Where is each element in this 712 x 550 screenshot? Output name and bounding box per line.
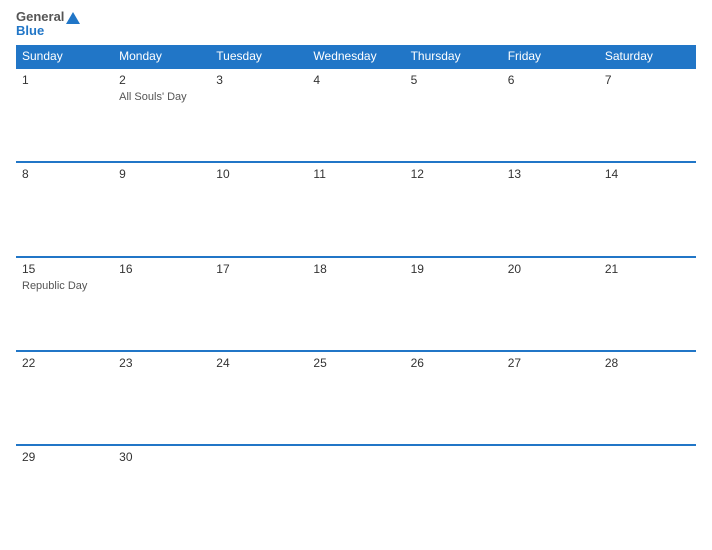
day-number: 12: [411, 167, 496, 181]
day-number: 13: [508, 167, 593, 181]
calendar-cell: 12: [405, 162, 502, 256]
calendar-cell: 14: [599, 162, 696, 256]
holiday-label: Republic Day: [22, 280, 87, 292]
calendar-header: General Blue: [16, 10, 696, 39]
logo-triangle-icon: [66, 12, 80, 24]
day-number: 22: [22, 356, 107, 370]
day-number: 27: [508, 356, 593, 370]
day-number: 4: [313, 73, 398, 87]
calendar-cell: 30: [113, 445, 210, 540]
calendar-cell: [502, 445, 599, 540]
calendar-cell: 17: [210, 257, 307, 351]
weekday-sunday: Sunday: [16, 45, 113, 68]
calendar-cell: [405, 445, 502, 540]
day-number: 5: [411, 73, 496, 87]
calendar-cell: 8: [16, 162, 113, 256]
calendar-cell: 19: [405, 257, 502, 351]
calendar-cell: 4: [307, 68, 404, 162]
day-number: 30: [119, 450, 204, 464]
calendar-cell: 16: [113, 257, 210, 351]
calendar-cell: 28: [599, 351, 696, 445]
calendar-cell: 7: [599, 68, 696, 162]
calendar-cell: 23: [113, 351, 210, 445]
week-row-4: 22 23 24 25 26 27 28: [16, 351, 696, 445]
day-number: 11: [313, 167, 398, 181]
day-number: 14: [605, 167, 690, 181]
day-number: 17: [216, 262, 301, 276]
calendar-cell: 9: [113, 162, 210, 256]
day-number: 10: [216, 167, 301, 181]
day-number: 29: [22, 450, 107, 464]
calendar-cell: 10: [210, 162, 307, 256]
week-row-2: 89 10 11 12 13 14: [16, 162, 696, 256]
calendar-cell: 3: [210, 68, 307, 162]
calendar-cell: 21: [599, 257, 696, 351]
calendar-table: SundayMondayTuesdayWednesdayThursdayFrid…: [16, 45, 696, 540]
calendar-cell: 15 Republic Day: [16, 257, 113, 351]
calendar-cell: 29: [16, 445, 113, 540]
calendar-cell: 20: [502, 257, 599, 351]
day-number: 7: [605, 73, 690, 87]
calendar-cell: 27: [502, 351, 599, 445]
logo-blue-text: Blue: [16, 24, 44, 38]
day-number: 8: [22, 167, 107, 181]
day-number: 1: [22, 73, 107, 87]
day-number: 20: [508, 262, 593, 276]
calendar-cell: 25: [307, 351, 404, 445]
calendar-cell: [599, 445, 696, 540]
day-number: 3: [216, 73, 301, 87]
weekday-header-row: SundayMondayTuesdayWednesdayThursdayFrid…: [16, 45, 696, 68]
weekday-saturday: Saturday: [599, 45, 696, 68]
day-number: 21: [605, 262, 690, 276]
day-number: 16: [119, 262, 204, 276]
week-row-1: 12 All Souls' Day 34567: [16, 68, 696, 162]
holiday-label: All Souls' Day: [119, 91, 187, 103]
calendar-cell: 24: [210, 351, 307, 445]
calendar-cell: 5: [405, 68, 502, 162]
day-number: 9: [119, 167, 204, 181]
day-number: 19: [411, 262, 496, 276]
day-number: 2: [119, 73, 204, 87]
calendar-cell: 1: [16, 68, 113, 162]
logo: General Blue: [16, 10, 80, 39]
day-number: 18: [313, 262, 398, 276]
day-number: 6: [508, 73, 593, 87]
weekday-wednesday: Wednesday: [307, 45, 404, 68]
weekday-friday: Friday: [502, 45, 599, 68]
day-number: 24: [216, 356, 301, 370]
weekday-tuesday: Tuesday: [210, 45, 307, 68]
day-number: 28: [605, 356, 690, 370]
calendar-cell: 11: [307, 162, 404, 256]
day-number: 15: [22, 262, 107, 276]
calendar-cell: 18: [307, 257, 404, 351]
week-row-5: 29 30: [16, 445, 696, 540]
day-number: 25: [313, 356, 398, 370]
calendar-cell: 2 All Souls' Day: [113, 68, 210, 162]
logo-general-text: General: [16, 10, 80, 24]
calendar-cell: [210, 445, 307, 540]
calendar-cell: 13: [502, 162, 599, 256]
calendar-cell: 6: [502, 68, 599, 162]
weekday-monday: Monday: [113, 45, 210, 68]
day-number: 26: [411, 356, 496, 370]
calendar-cell: 22: [16, 351, 113, 445]
calendar-cell: 26: [405, 351, 502, 445]
weekday-thursday: Thursday: [405, 45, 502, 68]
day-number: 23: [119, 356, 204, 370]
week-row-3: 15 Republic Day 16 17 18 19 20 21: [16, 257, 696, 351]
calendar-cell: [307, 445, 404, 540]
